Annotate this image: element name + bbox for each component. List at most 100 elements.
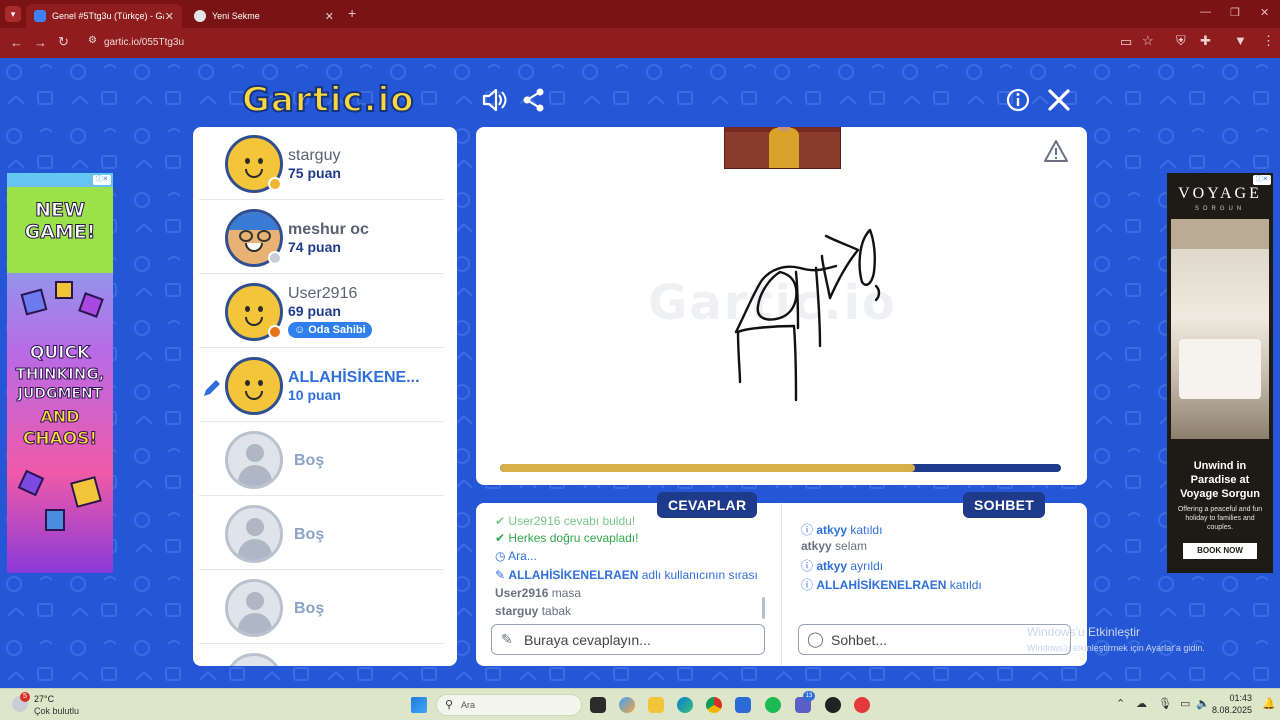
close-window-icon[interactable]: ✕ bbox=[1260, 6, 1269, 19]
drawer-photo bbox=[724, 127, 841, 169]
teams-icon[interactable]: 13 bbox=[795, 691, 815, 713]
address-bar[interactable]: ⚙ gartic.io/055Ttg3u bbox=[84, 32, 1104, 52]
close-tab-icon[interactable]: ✕ bbox=[165, 10, 174, 23]
player-row[interactable]: meshur oc 74 puan bbox=[199, 201, 444, 274]
ad-choices-icon[interactable]: ⓘ✕ bbox=[1253, 175, 1271, 185]
restore-icon[interactable]: ❐ bbox=[1230, 6, 1240, 19]
player-drawing-strokes bbox=[734, 228, 881, 402]
chat-tab-label[interactable]: SOHBET bbox=[963, 492, 1046, 518]
round-timer-bar bbox=[500, 464, 1061, 472]
spotify-icon[interactable] bbox=[765, 697, 781, 713]
vpn-icon[interactable]: ▼ bbox=[1234, 33, 1247, 48]
round-timer-fill bbox=[500, 464, 916, 472]
extensions-icon[interactable]: ✚ bbox=[1200, 33, 1211, 49]
store-icon[interactable] bbox=[735, 697, 751, 713]
new-tab-button[interactable]: + bbox=[348, 5, 356, 21]
microphone-icon[interactable]: 🎙 bbox=[1158, 697, 1172, 710]
avatar bbox=[225, 357, 283, 415]
hotel-room-image bbox=[1171, 219, 1269, 439]
weather-badge: 5 bbox=[20, 692, 30, 702]
reload-icon[interactable]: ↻ bbox=[58, 34, 69, 50]
empty-slot-label: Boş bbox=[294, 526, 325, 543]
empty-slot: Boş bbox=[199, 571, 444, 644]
tab-title: Yeni Sekme bbox=[212, 11, 260, 21]
share-icon[interactable] bbox=[520, 86, 548, 114]
minimize-icon[interactable]: — bbox=[1200, 6, 1211, 18]
app-red-icon[interactable] bbox=[854, 697, 870, 713]
edge-icon[interactable] bbox=[677, 697, 693, 713]
menu-dots-icon[interactable]: ⋮ bbox=[1262, 33, 1275, 49]
notification-bell-icon[interactable]: 🔔 bbox=[1262, 697, 1276, 710]
back-icon[interactable]: ← bbox=[10, 35, 23, 50]
tab-gartic[interactable]: Genel #5Ttg3u (Türkçe) - Gartic ✕ bbox=[26, 4, 182, 28]
player-row-drawing[interactable]: ALLAHİSİKENE... 10 puan bbox=[199, 349, 444, 422]
ad-line: THINKING, bbox=[15, 365, 105, 384]
right-ad-banner[interactable]: ⓘ✕ VOYAGE SORGUN Unwind in Paradise at V… bbox=[1167, 173, 1273, 573]
address-toolbar: ← → ↻ ⚙ gartic.io/055Ttg3u ▭ ☆ ⛨ ✚ ▼ ⋮ bbox=[0, 28, 1280, 58]
ad-choices-icon[interactable]: ⓘ✕ bbox=[93, 175, 111, 185]
taskbar-search[interactable]: ⚲ Ara bbox=[436, 694, 582, 716]
answers-tab-label[interactable]: CEVAPLAR bbox=[657, 492, 758, 518]
obs-icon[interactable] bbox=[825, 697, 841, 713]
cast-icon[interactable]: ▭ bbox=[1120, 34, 1132, 50]
left-ad-banner[interactable]: ⓘ✕ NEW GAME! QUICK THINKING, JUDGMENT AN… bbox=[7, 173, 113, 573]
empty-avatar bbox=[225, 579, 283, 637]
answers-scrollbar[interactable] bbox=[762, 597, 765, 619]
tray-chevron-icon[interactable]: ⌃ bbox=[1116, 697, 1125, 710]
player-row[interactable]: starguy 75 puan bbox=[199, 127, 444, 200]
ad-body: Offering a peaceful and fun holiday to f… bbox=[1177, 506, 1263, 531]
weather-widget[interactable]: 5 27°C Çok bulutlu bbox=[8, 692, 98, 718]
sound-icon[interactable] bbox=[480, 86, 508, 114]
status-dot bbox=[268, 325, 282, 339]
ad-line: AND bbox=[40, 407, 80, 427]
site-info-icon[interactable]: ⚙ bbox=[88, 35, 97, 46]
start-windows-icon[interactable] bbox=[411, 697, 427, 713]
close-tab-icon[interactable]: ✕ bbox=[325, 10, 334, 23]
info-icon: ⓘ bbox=[801, 523, 814, 537]
ad-line: CHAOS! bbox=[22, 429, 98, 450]
answer-message: ✎ ALLAHİSİKENELRAEN adlı kullanıcının sı… bbox=[495, 568, 758, 582]
book-now-button[interactable]: BOOK NOW bbox=[1183, 543, 1257, 559]
info-icon[interactable] bbox=[1004, 86, 1032, 114]
volume-icon[interactable]: 🔈 bbox=[1196, 697, 1210, 710]
weather-temp: 27°C bbox=[34, 694, 55, 704]
tab-new-tab[interactable]: Yeni Sekme ✕ bbox=[186, 4, 342, 28]
close-icon[interactable] bbox=[1045, 86, 1073, 114]
shield-icon[interactable]: ⛨ bbox=[1176, 33, 1186, 49]
answer-input[interactable]: ✎ Buraya cevaplayın... bbox=[491, 624, 765, 655]
gartic-logo: Gartic.io bbox=[241, 79, 415, 121]
report-warning-icon[interactable] bbox=[1043, 139, 1069, 163]
clock-date[interactable]: 8.08.2025 bbox=[1212, 705, 1252, 715]
player-row[interactable]: User2916 69 puan ☺ Oda Sahibi bbox=[199, 275, 444, 348]
tray-app-icon[interactable]: ☁ bbox=[1136, 697, 1147, 710]
clock-time[interactable]: 01:43 bbox=[1228, 693, 1252, 703]
answer-message: ◷ Ara... bbox=[495, 549, 537, 563]
player-name: starguy bbox=[288, 147, 341, 164]
chat-message: atkyy selam bbox=[801, 539, 868, 553]
info-icon: ⓘ bbox=[801, 578, 814, 592]
answer-input-placeholder: Buraya cevaplayın... bbox=[524, 631, 651, 648]
empty-avatar bbox=[225, 653, 283, 666]
room-owner-badge: ☺ Oda Sahibi bbox=[288, 322, 372, 338]
chrome-icon[interactable] bbox=[706, 697, 722, 713]
player-points: 69 puan bbox=[288, 303, 341, 319]
file-explorer-icon[interactable] bbox=[648, 697, 664, 713]
copilot-icon[interactable] bbox=[619, 697, 635, 713]
pencil-icon: ✎ bbox=[501, 631, 513, 647]
ad-headline: Unwind in Paradise at Voyage Sorgun bbox=[1180, 460, 1260, 500]
check-icon: ✔ bbox=[495, 531, 506, 545]
voyage-brand-sub: SORGUN bbox=[1194, 206, 1246, 212]
empty-avatar bbox=[225, 431, 283, 489]
forward-icon[interactable]: → bbox=[34, 35, 47, 50]
bookmark-star-icon[interactable]: ☆ bbox=[1142, 33, 1154, 49]
network-icon[interactable]: ▭ bbox=[1180, 697, 1190, 710]
empty-slot bbox=[199, 645, 444, 666]
empty-avatar bbox=[225, 505, 283, 563]
task-view-icon[interactable] bbox=[590, 697, 606, 713]
ad-game-tile-icon bbox=[17, 469, 45, 497]
drawing-canvas[interactable]: Gartic.io bbox=[476, 127, 1087, 485]
windows-activation-title: Windows'u Etkinleştir bbox=[1027, 625, 1140, 639]
tab-list-menu-button[interactable]: ▾ bbox=[5, 6, 21, 22]
voyage-brand: VOYAGE bbox=[1178, 185, 1262, 202]
url-text: gartic.io/055Ttg3u bbox=[104, 36, 185, 48]
